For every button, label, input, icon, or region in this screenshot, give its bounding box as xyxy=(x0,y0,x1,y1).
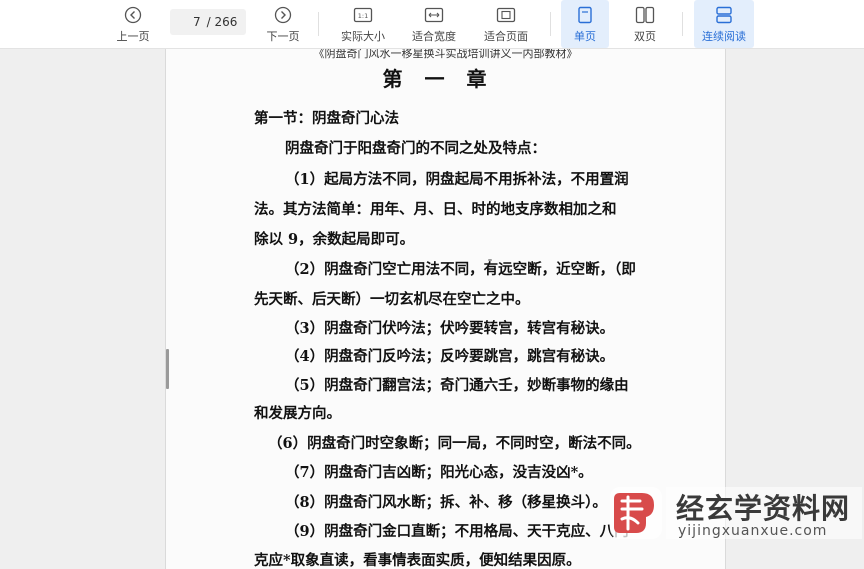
text-line: 和发展方向。 xyxy=(254,405,341,422)
text-line: （9）阴盘奇门金口直断；不用格局、天干克应、八门 xyxy=(285,523,629,540)
site-watermark: 经玄学资料网 yijingxuanxue.com xyxy=(608,485,864,545)
actual-size-label: 实际大小 xyxy=(341,29,385,43)
fit-page-icon xyxy=(496,5,516,25)
double-page-label: 双页 xyxy=(634,29,656,43)
section-heading: 第一节：阴盘奇门心法 xyxy=(254,110,399,127)
text-line: 先天断、后天断）一切玄机尽在空亡之中。 xyxy=(254,291,530,308)
continuous-read-label: 连续阅读 xyxy=(702,29,746,43)
single-page-button[interactable]: 单页 xyxy=(561,0,609,48)
toolbar-divider xyxy=(318,12,319,36)
next-page-label: 下一页 xyxy=(266,29,300,43)
text-line: （2）阴盘奇门空亡用法不同，有远空断，近空断，（即 xyxy=(285,261,636,278)
actual-size-icon: 1:1 xyxy=(353,5,373,25)
fit-page-button[interactable]: 适合页面 xyxy=(477,0,535,48)
single-page-label: 单页 xyxy=(574,29,596,43)
text-line: （6）阴盘奇门时空象断；同一局，不同时空，断法不同。 xyxy=(268,435,641,452)
total-pages: / 266 xyxy=(206,15,238,29)
continuous-read-icon xyxy=(715,5,733,25)
text-line: （3）阴盘奇门伏吟法；伏吟要转宫，转宫有秘诀。 xyxy=(285,320,615,337)
fit-width-label: 适合宽度 xyxy=(412,29,456,43)
svg-text:1:1: 1:1 xyxy=(358,12,368,20)
text-line: 阴盘奇门于阳盘奇门的不同之处及特点： xyxy=(285,140,546,157)
watermark-domain: yijingxuanxue.com xyxy=(678,523,828,539)
prev-page-button[interactable]: 上一页 xyxy=(108,0,158,48)
page-header: 《阴盘奇门风水一移星换斗实战培训讲义一内部教材》 xyxy=(313,49,578,60)
fit-width-icon xyxy=(424,5,444,25)
text-line: （5）阴盘奇门翻宫法；奇门通六壬，妙断事物的缘由 xyxy=(285,377,629,394)
fit-page-label: 适合页面 xyxy=(484,29,528,43)
single-page-icon xyxy=(577,5,593,25)
continuous-read-button[interactable]: 连续阅读 xyxy=(694,0,754,48)
next-page-button[interactable]: 下一页 xyxy=(258,0,308,48)
text-line: （7）阴盘奇门吉凶断；阳光心态，没吉没凶*。 xyxy=(285,464,593,481)
watermark-site-name: 经玄学资料网 xyxy=(676,492,851,525)
chapter-title: 第一章 xyxy=(382,67,509,91)
chevron-left-icon xyxy=(124,5,142,25)
actual-size-button[interactable]: 1:1 实际大小 xyxy=(334,0,392,48)
text-line: （8）阴盘奇门风水断；拆、补、移（移星换斗）。 xyxy=(285,494,607,511)
current-page-input[interactable] xyxy=(178,15,201,29)
viewer-toolbar: 上一页 / 266 下一页 1:1 实际大小 适合宽度 适合页面 单页 xyxy=(0,0,864,49)
text-line: （1）起局方法不同，阴盘起局不用拆补法，不用置润 xyxy=(285,171,629,188)
text-line: （4）阴盘奇门反吟法；反吟要跳宫，跳宫有秘诀。 xyxy=(285,348,615,365)
toolbar-divider xyxy=(682,12,683,36)
page-number-field[interactable]: / 266 xyxy=(170,9,246,35)
double-page-button[interactable]: 双页 xyxy=(621,0,669,48)
scan-mark xyxy=(166,349,169,389)
double-page-icon xyxy=(635,5,655,25)
chevron-right-icon xyxy=(274,5,292,25)
text-line: 除以 9，余数起局即可。 xyxy=(254,231,415,248)
text-line: 克应*取象直读，看事情表面实质，便知结果因原。 xyxy=(254,552,581,569)
text-line: 法。其方法简单：用年、月、日、时的地支序数相加之和 xyxy=(254,201,617,218)
fit-width-button[interactable]: 适合宽度 xyxy=(405,0,463,48)
prev-page-label: 上一页 xyxy=(116,29,150,43)
toolbar-divider xyxy=(550,12,551,36)
